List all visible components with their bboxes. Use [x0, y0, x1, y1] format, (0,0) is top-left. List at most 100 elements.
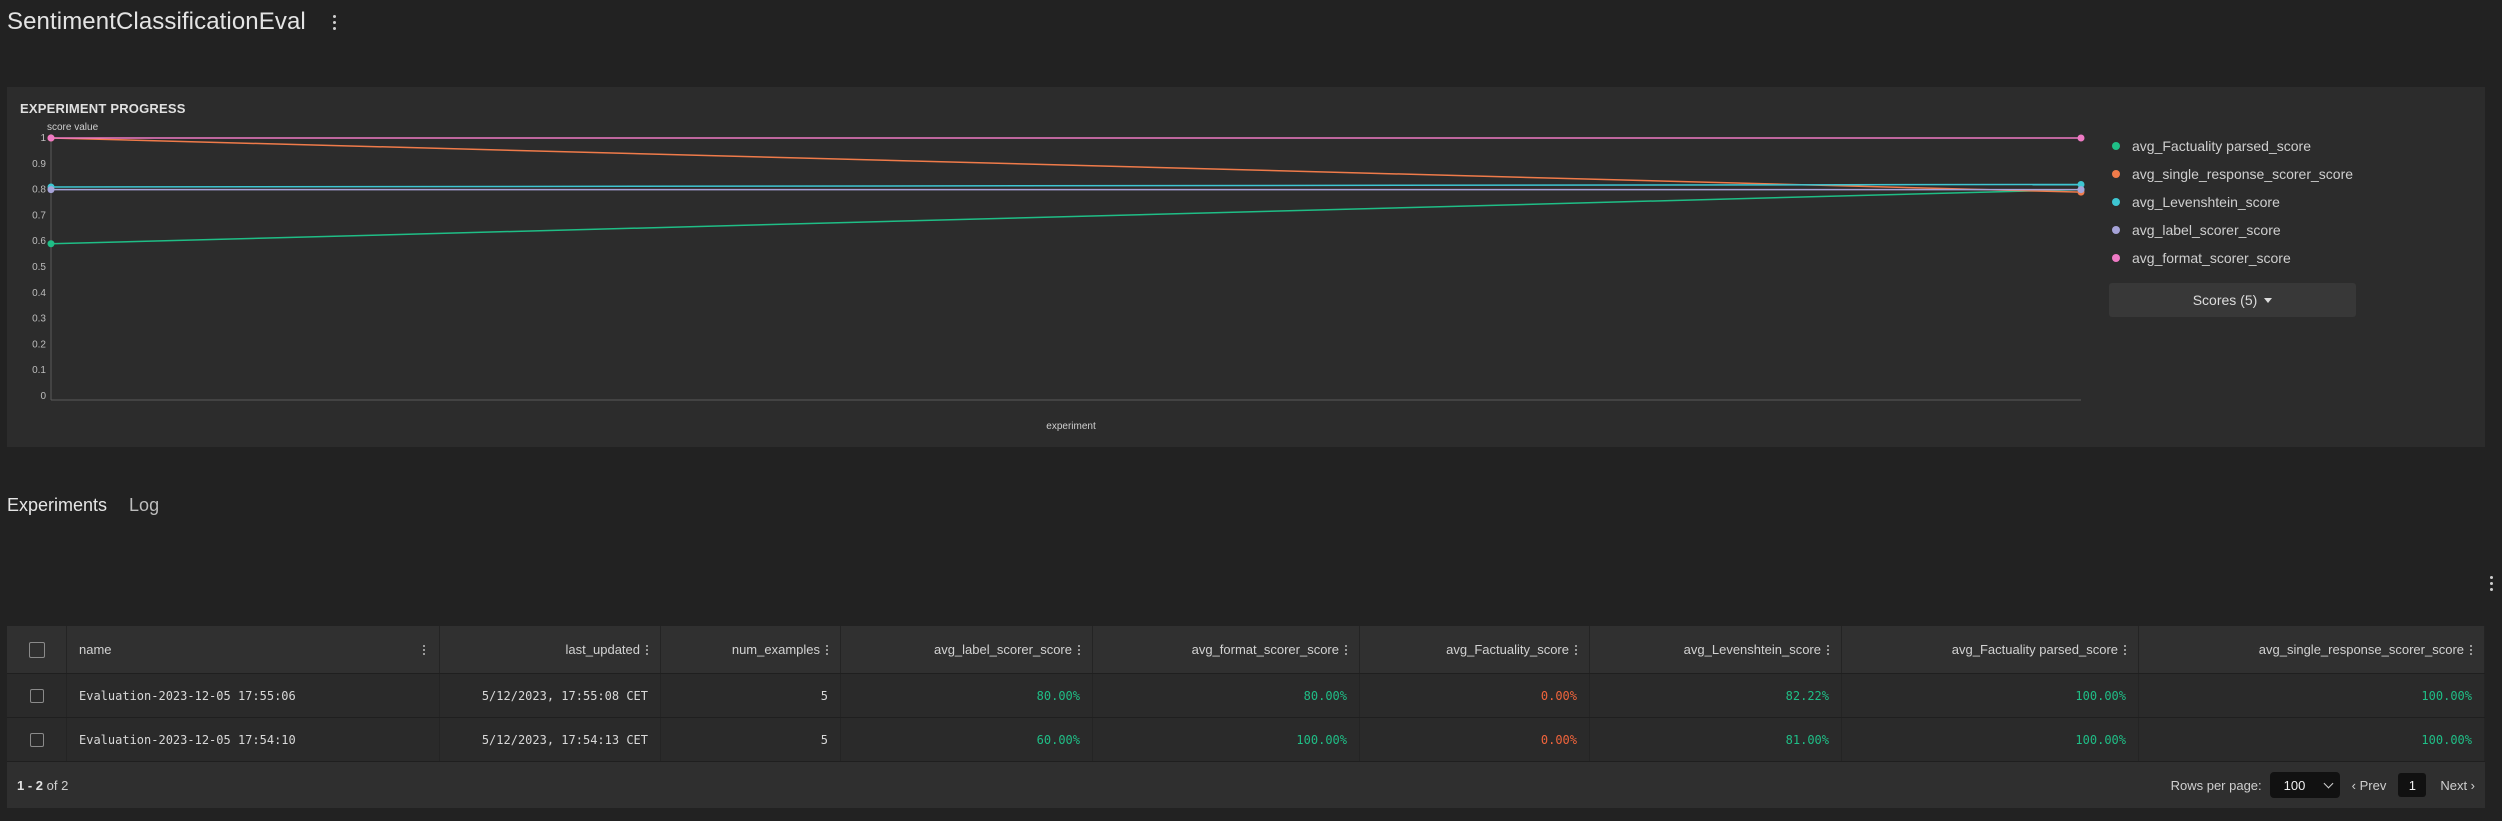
series-point	[2077, 134, 2085, 142]
cell-last-updated: 5/12/2023, 17:55:08 CET	[440, 674, 661, 717]
cell-name[interactable]: Evaluation-2023-12-05 17:54:10	[67, 718, 440, 761]
table-options-icon[interactable]	[2484, 570, 2498, 596]
cell-avg-format-scorer-score: 80.00%	[1093, 674, 1360, 717]
cell-avg-levenshtein-score: 81.00%	[1590, 718, 1842, 761]
column-header-avg-factuality-score[interactable]: avg_Factuality_score	[1360, 626, 1590, 673]
table-footer: 1 - 2 of 2 Rows per page: 100 ‹ Prev 1 N…	[7, 762, 2485, 808]
page-title: SentimentClassificationEval	[7, 8, 306, 35]
y-tick-label: 0.3	[32, 314, 46, 325]
cell-avg-format-scorer-score: 100.00%	[1093, 718, 1360, 761]
legend-dot-icon	[2112, 198, 2120, 206]
rows-per-page-select[interactable]: 100	[2269, 772, 2340, 798]
cell-avg-single-response-scorer-score: 100.00%	[2139, 718, 2485, 761]
table-header-row: name last_updated num_examples avg_label…	[7, 626, 2485, 674]
series-point	[47, 240, 55, 248]
column-header-avg-factuality-parsed-score[interactable]: avg_Factuality parsed_score	[1842, 626, 2139, 673]
legend-dot-icon	[2112, 254, 2120, 262]
legend-item[interactable]: avg_Factuality parsed_score	[2112, 132, 2353, 160]
cell-avg-factuality-score: 0.00%	[1360, 674, 1590, 717]
rows-per-page-label: Rows per page:	[2170, 777, 2262, 793]
column-menu-icon[interactable]	[1575, 644, 1577, 655]
scores-button-label: Scores (5)	[2192, 292, 2258, 308]
column-menu-icon[interactable]	[423, 644, 425, 655]
cell-avg-factuality-parsed-score: 100.00%	[1842, 718, 2139, 761]
prev-page-button[interactable]: ‹ Prev	[2352, 778, 2387, 793]
column-menu-icon[interactable]	[1078, 644, 1080, 655]
row-range: 1 - 2	[17, 777, 44, 793]
more-options-icon[interactable]	[328, 9, 342, 35]
page-header: SentimentClassificationEval	[7, 4, 342, 40]
x-axis-label: experiment	[1046, 421, 1096, 432]
legend-label: avg_single_response_scorer_score	[2132, 166, 2354, 182]
cell-avg-factuality-score: 0.00%	[1360, 718, 1590, 761]
series-line	[50, 137, 2082, 193]
column-menu-icon[interactable]	[2470, 644, 2472, 655]
column-menu-icon[interactable]	[646, 644, 648, 655]
y-tick-label: 0.2	[32, 339, 46, 350]
column-header-avg-levenshtein-score[interactable]: avg_Levenshtein_score	[1590, 626, 1842, 673]
legend-label: avg_Levenshtein_score	[2132, 194, 2280, 210]
cell-num-examples: 5	[661, 718, 841, 761]
column-header-avg-single-response-scorer-score[interactable]: avg_single_response_scorer_score	[2139, 626, 2485, 673]
cell-avg-factuality-parsed-score: 100.00%	[1842, 674, 2139, 717]
experiments-table: name last_updated num_examples avg_label…	[7, 626, 2485, 808]
chevron-down-icon	[2323, 778, 2334, 788]
column-menu-icon[interactable]	[1345, 644, 1347, 655]
series-line	[50, 188, 2082, 245]
legend-label: avg_label_scorer_score	[2132, 222, 2281, 238]
legend-dot-icon	[2112, 170, 2120, 178]
tabs: Experiments Log	[7, 495, 159, 516]
y-tick-label: 0.7	[32, 210, 46, 221]
legend-item[interactable]: avg_format_scorer_score	[2112, 244, 2353, 272]
legend-label: avg_format_scorer_score	[2132, 250, 2291, 266]
current-page[interactable]: 1	[2398, 773, 2427, 797]
legend-item[interactable]: avg_label_scorer_score	[2112, 216, 2353, 244]
legend-label: avg_Factuality parsed_score	[2132, 138, 2311, 154]
experiment-progress-card: EXPERIMENT PROGRESS 0 0.1 0.2 0.3 0.4 0.5 0.6 0…	[7, 87, 2485, 447]
cell-avg-single-response-scorer-score: 100.00%	[2139, 674, 2485, 717]
cell-avg-label-scorer-score: 80.00%	[841, 674, 1093, 717]
row-checkbox[interactable]	[29, 732, 44, 747]
series-point	[47, 186, 55, 194]
y-tick-label: 1	[40, 133, 46, 144]
next-page-button[interactable]: Next ›	[2440, 778, 2475, 793]
legend-item[interactable]: avg_single_response_scorer_score	[2112, 160, 2353, 188]
legend-item[interactable]: avg_Levenshtein_score	[2112, 188, 2353, 216]
y-axis-label: score value	[47, 122, 99, 133]
column-menu-icon[interactable]	[2124, 644, 2126, 655]
column-header-name[interactable]: name	[67, 626, 440, 673]
row-total: of 2	[46, 777, 69, 793]
tab-log[interactable]: Log	[129, 495, 159, 516]
series-point	[2077, 186, 2085, 194]
progress-chart: 0 0.1 0.2 0.3 0.4 0.5 0.6 0.7 0.8 0.9 1score value…	[32, 122, 2085, 432]
caret-down-icon	[2264, 297, 2273, 303]
chart-legend: avg_Factuality parsed_score avg_single_re…	[2112, 132, 2353, 272]
series-line	[50, 183, 2082, 188]
y-tick-label: 0.6	[32, 236, 46, 247]
y-tick-label: 0.9	[32, 159, 46, 170]
column-header-avg-format-scorer-score[interactable]: avg_format_scorer_score	[1093, 626, 1360, 673]
cell-avg-label-scorer-score: 60.00%	[841, 718, 1093, 761]
column-menu-icon[interactable]	[1827, 644, 1829, 655]
column-header-num-examples[interactable]: num_examples	[661, 626, 841, 673]
cell-avg-levenshtein-score: 82.22%	[1590, 674, 1842, 717]
select-all-checkbox[interactable]	[28, 641, 45, 658]
cell-name[interactable]: Evaluation-2023-12-05 17:55:06	[67, 674, 440, 717]
y-tick-label: 0.4	[32, 288, 46, 299]
scores-dropdown-button[interactable]: Scores (5)	[2109, 283, 2356, 317]
cell-last-updated: 5/12/2023, 17:54:13 CET	[440, 718, 661, 761]
series-point	[47, 134, 55, 142]
legend-dot-icon	[2112, 142, 2120, 150]
tab-experiments[interactable]: Experiments	[7, 495, 107, 516]
y-tick-label: 0.8	[32, 185, 46, 196]
legend-dot-icon	[2112, 226, 2120, 234]
row-checkbox[interactable]	[29, 688, 44, 703]
table-row[interactable]: Evaluation-2023-12-05 17:54:10 5/12/2023…	[7, 718, 2485, 762]
column-header-last-updated[interactable]: last_updated	[440, 626, 661, 673]
y-tick-label: 0	[40, 391, 46, 402]
y-tick-label: 0.1	[32, 365, 46, 376]
column-header-avg-label-scorer-score[interactable]: avg_label_scorer_score	[841, 626, 1093, 673]
column-menu-icon[interactable]	[826, 644, 828, 655]
cell-num-examples: 5	[661, 674, 841, 717]
table-row[interactable]: Evaluation-2023-12-05 17:55:06 5/12/2023…	[7, 674, 2485, 718]
